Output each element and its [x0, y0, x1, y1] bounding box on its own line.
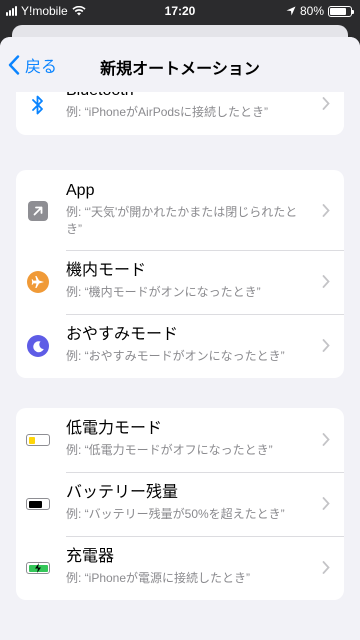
row-subtitle: 例: “低電力モードがオフになったとき”: [66, 443, 273, 457]
chevron-right-icon: [322, 433, 330, 446]
chevron-right-icon: [322, 497, 330, 510]
app-arrow-icon: [26, 199, 50, 223]
row-subtitle: 例: “'天気'が開かれたかまたは閉じられたとき”: [66, 205, 298, 236]
trigger-row-airplane-mode[interactable]: 機内モード 例: “機内モードがオンになったとき”: [16, 250, 344, 314]
row-title: バッテリー残量: [66, 484, 179, 501]
low-power-battery-icon: [26, 428, 50, 452]
trigger-row-charger[interactable]: 充電器 例: “iPhoneが電源に接続したとき”: [16, 536, 344, 600]
app-state-group: App 例: “'天気'が開かれたかまたは閉じられたとき” 機内モード 例: “…: [16, 170, 344, 378]
row-subtitle: 例: “機内モードがオンになったとき”: [66, 285, 261, 299]
chevron-right-icon: [322, 275, 330, 288]
trigger-row-do-not-disturb[interactable]: おやすみモード 例: “おやすみモードがオンになったとき”: [16, 314, 344, 378]
chevron-right-icon: [322, 204, 330, 217]
trigger-row-app[interactable]: App 例: “'天気'が開かれたかまたは閉じられたとき”: [16, 170, 344, 250]
location-arrow-icon: [286, 6, 296, 16]
row-title: App: [66, 182, 95, 199]
trigger-row-battery-level[interactable]: バッテリー残量 例: “バッテリー残量が50%を超えたとき”: [16, 472, 344, 536]
battery-icon: [328, 5, 354, 17]
row-subtitle: 例: “iPhoneがAirPodsに接続したとき”: [66, 105, 269, 119]
airplane-icon: [26, 270, 50, 294]
page-title: 新規オートメーション: [100, 61, 260, 78]
row-subtitle: 例: “おやすみモードがオンになったとき”: [66, 349, 285, 363]
navigation-bar: 戻る 新規オートメーション: [0, 37, 360, 92]
battery-percent: 80%: [299, 4, 324, 18]
charger-battery-icon: [26, 556, 50, 580]
row-title: 充電器: [66, 548, 115, 565]
chevron-right-icon: [322, 97, 330, 110]
row-subtitle: 例: “iPhoneが電源に接続したとき”: [66, 571, 251, 585]
chevron-right-icon: [322, 339, 330, 352]
chevron-right-icon: [322, 561, 330, 574]
row-title: おやすみモード: [66, 326, 179, 343]
moon-icon: [26, 334, 50, 358]
row-title: 機内モード: [66, 262, 147, 279]
bluetooth-icon: [26, 93, 50, 117]
row-title: 低電力モード: [66, 420, 163, 437]
trigger-row-low-power-mode[interactable]: 低電力モード 例: “低電力モードがオフになったとき”: [16, 408, 344, 472]
battery-group: 低電力モード 例: “低電力モードがオフになったとき” バッテリー残量 例: “…: [16, 408, 344, 600]
row-subtitle: 例: “バッテリー残量が50%を超えたとき”: [66, 507, 285, 521]
automation-sheet: Bluetooth 例: “iPhoneがAirPodsに接続したとき” App…: [0, 37, 360, 640]
battery-level-icon: [26, 492, 50, 516]
status-bar: Y!mobile 17:20 80%: [0, 0, 360, 22]
